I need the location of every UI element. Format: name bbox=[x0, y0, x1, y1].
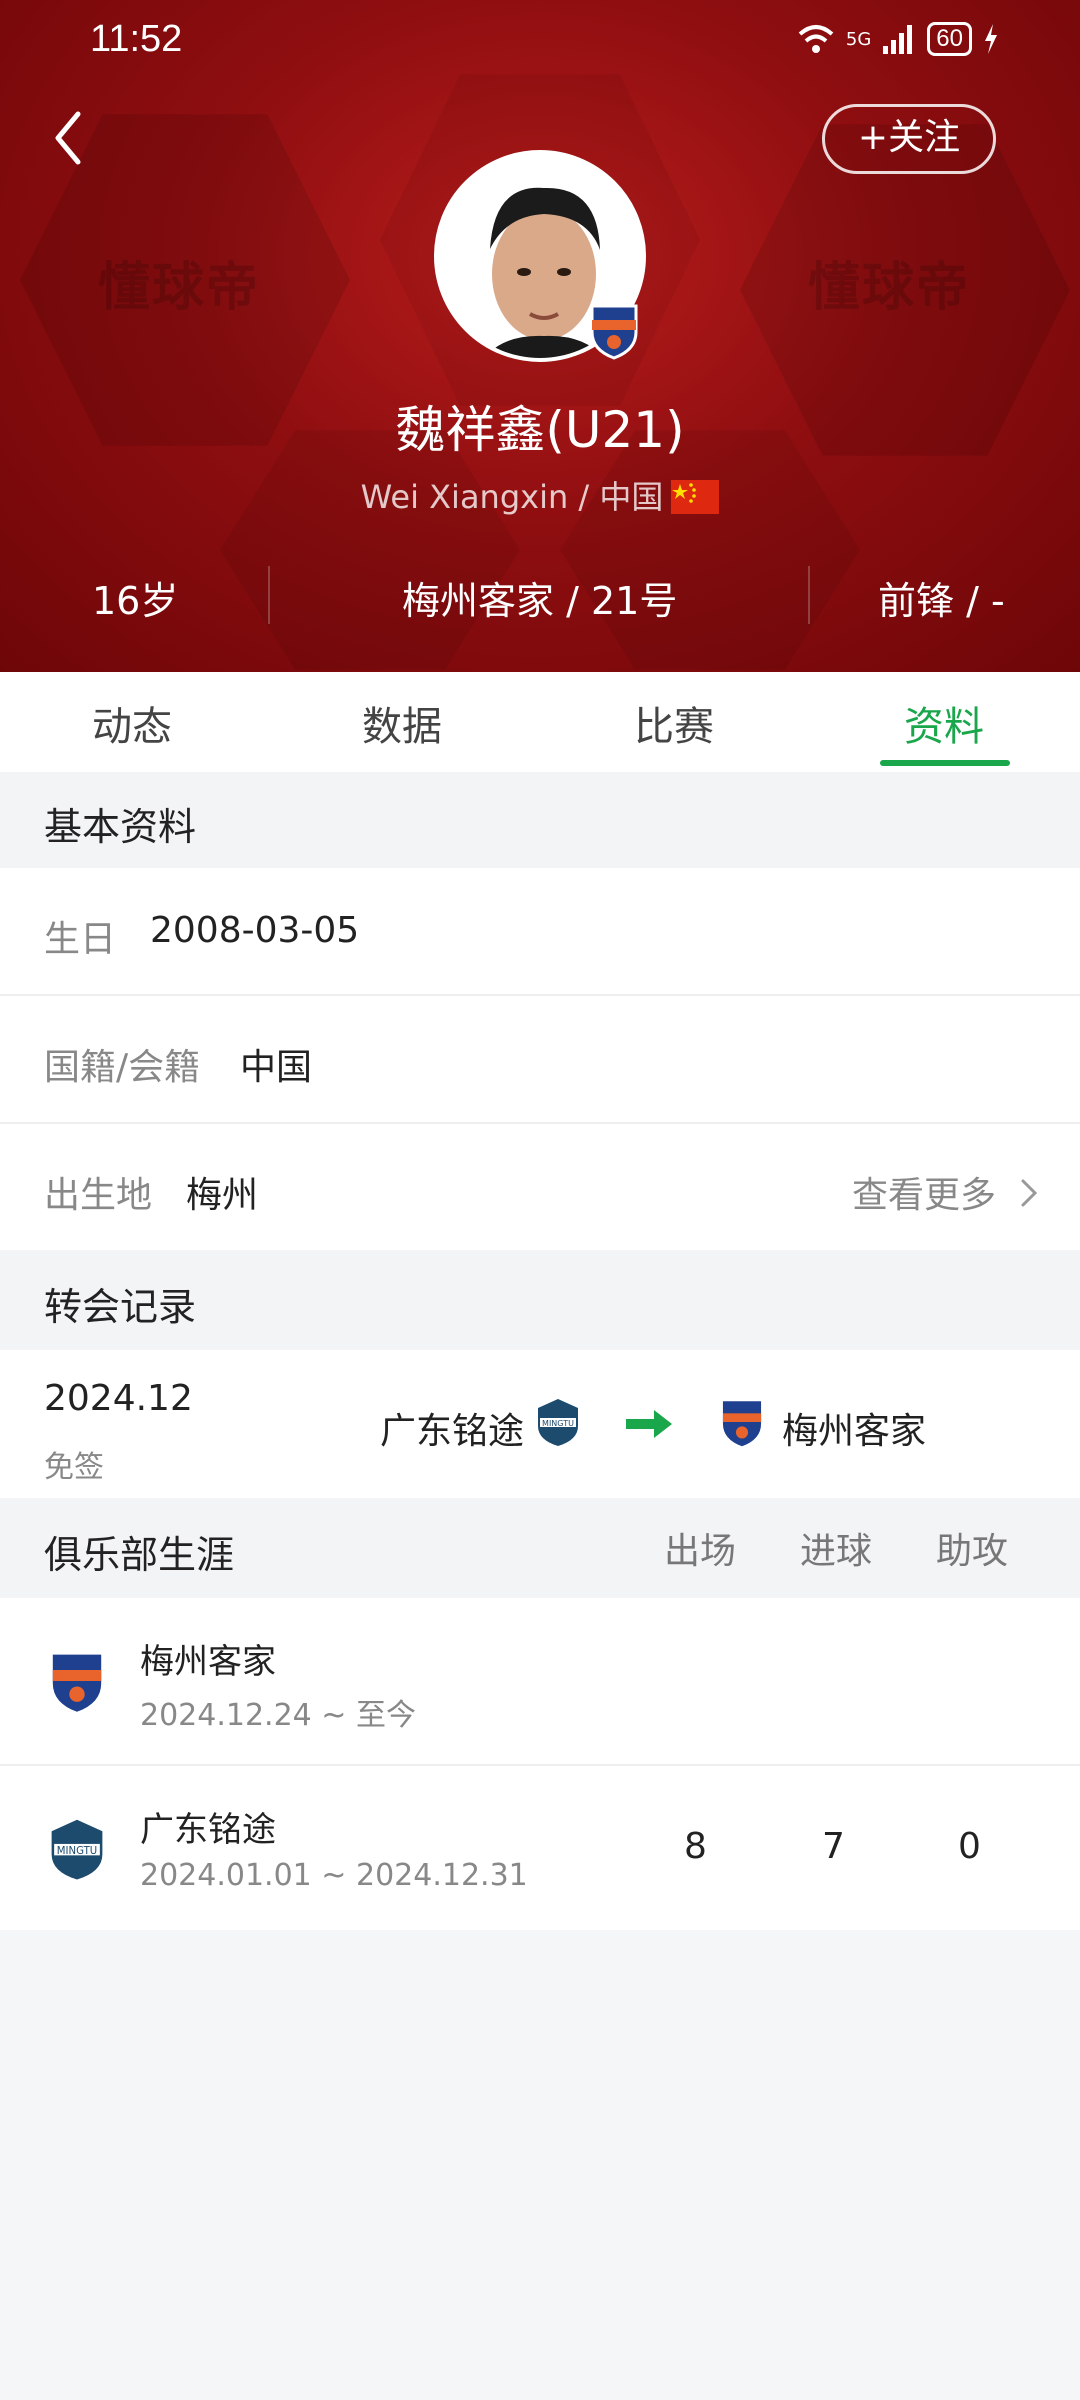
arrow-right-icon bbox=[626, 1410, 672, 1438]
section-title: 基本资料 bbox=[44, 805, 197, 849]
player-name: 魏祥鑫(U21) bbox=[395, 401, 685, 459]
career-assists: 0 bbox=[958, 1826, 981, 1867]
career-period: 2024.12.24 ~ 至今 bbox=[140, 1698, 416, 1733]
transfer-type: 免签 bbox=[44, 1450, 104, 1485]
section-basic-info: 基本资料 bbox=[0, 772, 1080, 868]
section-title: 俱乐部生涯 bbox=[44, 1533, 235, 1577]
nationality-label: 国籍/会籍 bbox=[44, 1047, 201, 1088]
tab-profile[interactable]: 资料 bbox=[904, 694, 984, 752]
section-transfers: 转会记录 bbox=[0, 1250, 1080, 1350]
status-icons: 5G 60 bbox=[796, 22, 1000, 56]
see-more-link[interactable]: 查看更多 bbox=[852, 1166, 996, 1218]
wifi-icon bbox=[798, 25, 834, 53]
career-row[interactable]: 梅州客家 2024.12.24 ~ 至今 bbox=[0, 1598, 1080, 1764]
active-tab-indicator bbox=[880, 760, 1010, 766]
birthday-value: 2008-03-05 bbox=[150, 910, 360, 951]
meizhou-logo-icon bbox=[722, 1401, 762, 1447]
col-assists: 助攻 bbox=[936, 1531, 1009, 1572]
transfer-from-club: 广东铭途 bbox=[380, 1411, 525, 1452]
divider bbox=[808, 566, 810, 624]
section-career: 俱乐部生涯 出场 进球 助攻 bbox=[0, 1498, 1080, 1598]
transfer-row: 2024.12 免签 广东铭途 MINGTU 梅州客家 bbox=[0, 1350, 1080, 1498]
china-flag-icon bbox=[671, 480, 720, 514]
mingtu-logo-icon: MINGTU bbox=[538, 1399, 578, 1446]
birthplace-value: 梅州 bbox=[186, 1175, 259, 1216]
svg-text:MINGTU: MINGTU bbox=[57, 1846, 97, 1857]
charging-icon bbox=[985, 24, 997, 54]
tab-dynamics[interactable]: 动态 bbox=[92, 694, 172, 752]
career-goals: 7 bbox=[822, 1826, 845, 1867]
birthplace-label: 出生地 bbox=[44, 1175, 153, 1216]
status-bar: 11:52 5G 60 bbox=[0, 18, 1080, 68]
tab-bar: 动态 数据 比赛 资料 bbox=[0, 672, 1080, 772]
career-club-name: 梅州客家 bbox=[140, 1642, 276, 1682]
club-badge-icon bbox=[590, 304, 638, 360]
player-stats-bar: 16岁 梅州客家 / 21号 前锋 / - bbox=[0, 560, 1080, 630]
career-club-name: 广东铭途 bbox=[140, 1810, 276, 1850]
nationality-value: 中国 bbox=[240, 1047, 313, 1088]
player-header: 懂球帝 懂球帝 11:52 5G 60 +关注 魏祥鑫(U21) Wei Xia… bbox=[0, 0, 1080, 672]
tab-data[interactable]: 数据 bbox=[362, 694, 442, 752]
info-row-nationality: 国籍/会籍 中国 bbox=[0, 996, 1080, 1122]
watermark-right: 懂球帝 bbox=[808, 258, 971, 318]
player-subline: Wei Xiangxin / 中国 bbox=[0, 472, 1080, 518]
player-english-nationality: Wei Xiangxin / 中国 bbox=[360, 478, 664, 516]
career-apps: 8 bbox=[684, 1826, 707, 1867]
back-arrow-icon[interactable] bbox=[48, 108, 88, 168]
chevron-right-icon bbox=[1021, 1179, 1038, 1207]
player-position: 前锋 / - bbox=[878, 579, 1005, 623]
col-goals: 进球 bbox=[800, 1531, 873, 1572]
meizhou-logo-icon bbox=[52, 1654, 102, 1712]
status-time: 11:52 bbox=[90, 18, 183, 60]
section-title: 转会记录 bbox=[44, 1285, 197, 1329]
player-age: 16岁 bbox=[92, 579, 179, 623]
watermark-left: 懂球帝 bbox=[98, 258, 261, 318]
follow-button[interactable]: +关注 bbox=[822, 104, 996, 174]
transfer-date: 2024.12 bbox=[44, 1378, 193, 1419]
battery-indicator: 60 bbox=[927, 22, 972, 56]
col-apps: 出场 bbox=[664, 1531, 737, 1572]
transfer-to-club: 梅州客家 bbox=[782, 1411, 927, 1452]
info-row-birthplace[interactable]: 出生地 梅州 查看更多 bbox=[0, 1124, 1080, 1250]
career-row[interactable]: MINGTU 广东铭途 2024.01.01 ~ 2024.12.31 8 7 … bbox=[0, 1766, 1080, 1930]
svg-text:MINGTU: MINGTU bbox=[542, 1419, 574, 1428]
info-row-birthday: 生日 2008-03-05 bbox=[0, 868, 1080, 994]
divider bbox=[268, 566, 270, 624]
birthday-label: 生日 bbox=[44, 919, 117, 960]
tab-matches[interactable]: 比赛 bbox=[634, 694, 714, 752]
signal-icon bbox=[883, 25, 913, 54]
career-period: 2024.01.01 ~ 2024.12.31 bbox=[140, 1858, 528, 1893]
player-club-number: 梅州客家 / 21号 bbox=[402, 579, 678, 623]
network-type: 5G bbox=[845, 28, 872, 50]
mingtu-logo-icon: MINGTU bbox=[51, 1819, 103, 1880]
